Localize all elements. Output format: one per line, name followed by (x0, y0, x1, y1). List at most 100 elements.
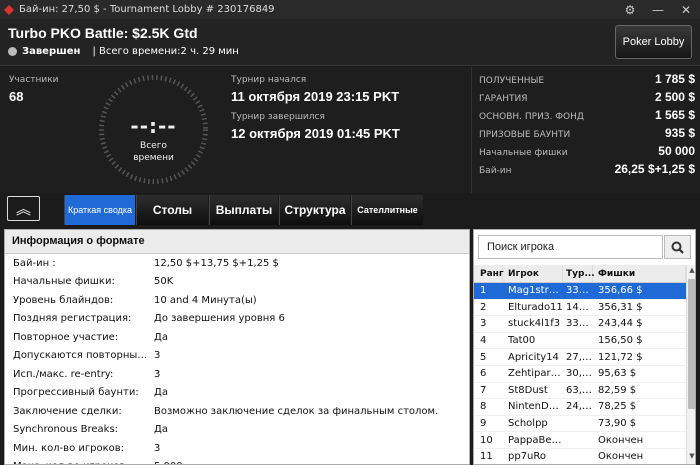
format-list: Бай-ин : 12,50 $+13,75 $+1,25 $ Начальные … (5, 254, 469, 464)
format-value: Да (154, 331, 168, 343)
tab-structure[interactable]: Структура (279, 195, 350, 225)
player-row[interactable]: 7 St8Dust 63,1... 82,59 $ (474, 383, 686, 400)
scroll-down-icon[interactable]: ▼ (687, 452, 695, 464)
tournament-name: Turbo PKO Battle: $2.5K Gtd (8, 25, 198, 41)
player-row[interactable]: 10 PappaBet... Окончен (474, 432, 686, 449)
player-row[interactable]: 3 stuck4l1f3 334,... 243,44 $ (474, 316, 686, 333)
format-key: Повторное участие: (13, 331, 119, 343)
player-row[interactable]: 11 pp7uRo Окончен (474, 449, 686, 464)
player-rank: 10 (480, 434, 493, 446)
prize-label: ГАРАНТИЯ (479, 94, 528, 104)
format-value: 3 (154, 368, 161, 380)
tab-tables[interactable]: Столы (136, 195, 208, 225)
format-row: Допускаются повторные ... 3 (5, 347, 469, 366)
col-tour[interactable]: Тур... (563, 265, 595, 282)
scroll-up-icon[interactable]: ▲ (687, 266, 695, 278)
format-value: 50K (154, 276, 174, 288)
format-key: Макс. кол-во игроков: (5, 461, 148, 464)
format-row: Повторное участие: Да (5, 328, 469, 347)
player-name: Scholpp (508, 418, 548, 430)
format-value: 3 (154, 350, 161, 362)
format-key: Допускаются повторные ... (13, 350, 148, 362)
player-row[interactable]: 5 Apricity14 27,4... 121,72 $ (474, 349, 686, 366)
search-icon (671, 241, 684, 254)
player-name: PappaBet... (508, 434, 563, 446)
tab-summary[interactable]: Краткая сводка (64, 195, 135, 225)
tab-payouts[interactable]: Выплаты (209, 195, 278, 225)
player-row[interactable]: 8 NintenDope24,0... 78,25 $ (474, 399, 686, 416)
format-value: До завершения уровня 6 (154, 313, 285, 325)
format-key: Исп./макс. re-entry: (13, 368, 114, 380)
app-logo-icon (4, 4, 14, 15)
format-row: Synchronous Breaks: Да (5, 421, 469, 440)
format-row: Макс. кол-во игроков:5 000 (5, 458, 469, 464)
title-bar: Бай-ин: 27,50 $ - Tournament Lobby # 230… (0, 0, 700, 19)
total-time: | Всего времени:2 ч. 29 мин (92, 46, 239, 57)
timer-digits: --:-- (130, 114, 177, 138)
col-rank[interactable]: Ранг (474, 265, 504, 282)
poker-lobby-button[interactable]: Poker Lobby (615, 25, 692, 59)
started-label: Турнир начался (231, 75, 307, 85)
player-row[interactable]: 6 Zehtiparite30,9... 95,63 $ (474, 366, 686, 383)
player-row[interactable]: 2 Elturado11148,... 356,31 $ (474, 300, 686, 317)
player-chips: 243,44 $ (598, 318, 643, 330)
scrollbar-thumb[interactable] (688, 279, 695, 409)
format-row: Прогрессивный баунти: Да (5, 384, 469, 403)
prize-label: ПОЛУЧЕННЫЕ (479, 76, 545, 86)
prize-value: 1 565 $ (654, 108, 695, 122)
format-value: Да (154, 387, 168, 399)
settings-icon[interactable]: ⚙ (616, 0, 644, 19)
ended-value: 12 октября 2019 01:45 PKT (231, 126, 400, 141)
player-chips: 78,25 $ (598, 401, 637, 413)
prize-panel: ПОЛУЧЕННЫЕ 1 785 $ ГАРАНТИЯ 2 500 $ ОСНОВН… (471, 67, 700, 193)
prize-label: ПРИЗОВЫЕ БАУНТИ (479, 130, 571, 140)
participants-label: Участники (9, 75, 59, 85)
player-tour: 334,... (566, 285, 593, 297)
prize-row: ГАРАНТИЯ 2 500 $ (479, 90, 695, 104)
player-row[interactable]: 9 Scholpp 73,90 $ (474, 416, 686, 433)
prize-row: ОСНОВН. ПРИЗ. ФОНД 1 565 $ (479, 108, 695, 122)
player-chips: 73,90 $ (598, 418, 637, 430)
player-chips: 95,63 $ (598, 368, 637, 380)
search-button[interactable] (664, 235, 691, 259)
format-row: Бай-ин : 12,50 $+13,75 $+1,25 $ (5, 254, 469, 273)
minimize-icon[interactable]: — (644, 0, 672, 19)
status-text: Завершен (22, 46, 81, 57)
collapse-up-icon[interactable]: ︽ (7, 196, 40, 221)
format-value: Да (154, 424, 168, 436)
timer-label: Всего времени (133, 141, 174, 163)
tab-satellites[interactable]: Сателлитные (351, 195, 423, 225)
format-value: 3 (154, 442, 161, 454)
format-key: Начальные фишки: (13, 276, 115, 288)
col-chips[interactable]: Фишки (593, 265, 686, 282)
players-scrollbar[interactable]: ▲ ▼ (686, 265, 695, 464)
close-icon[interactable]: ✕ (672, 0, 700, 19)
player-search-input[interactable]: Поиск игрока (478, 235, 663, 259)
window-title: Бай-ин: 27,50 $ - Tournament Lobby # 230… (19, 4, 275, 15)
player-tour: 148,... (566, 301, 593, 313)
lobby-header: Turbo PKO Battle: $2.5K Gtd Завершен | В… (0, 19, 700, 66)
prize-value: 935 $ (664, 126, 695, 140)
format-key: Поздняя регистрация: (13, 313, 132, 325)
player-rank: 7 (480, 384, 487, 396)
player-name: NintenDope (508, 401, 563, 413)
player-chips: 121,72 $ (598, 351, 643, 363)
player-rank: 3 (480, 318, 487, 330)
format-key: Мин. кол-во игроков: (13, 442, 125, 454)
prize-value: 1 785 $ (654, 72, 695, 86)
tabs-bar: ︽ Краткая сводка Столы Выплаты Структура… (0, 193, 471, 227)
player-rank: 6 (480, 368, 487, 380)
player-row[interactable]: 4 Tat00 156,50 $ (474, 333, 686, 350)
participants-value: 68 (9, 89, 24, 104)
status-dot-icon (8, 47, 17, 56)
player-rank: 11 (480, 451, 493, 463)
player-name: stuck4l1f3 (508, 318, 561, 330)
prize-row: Бай-ин 26,25 $+1,25 $ (479, 162, 695, 176)
col-player[interactable]: Игрок (503, 265, 563, 282)
player-row[interactable]: 1 Mag1strYo...334,... 356,66 $ (474, 283, 686, 300)
timer-ring: --:-- Всего времени (96, 72, 211, 187)
player-tour: 27,4... (566, 351, 593, 363)
player-chips: 356,31 $ (598, 301, 643, 313)
player-chips: Окончен (598, 451, 644, 463)
format-key: Уровень блайндов: (13, 294, 114, 306)
